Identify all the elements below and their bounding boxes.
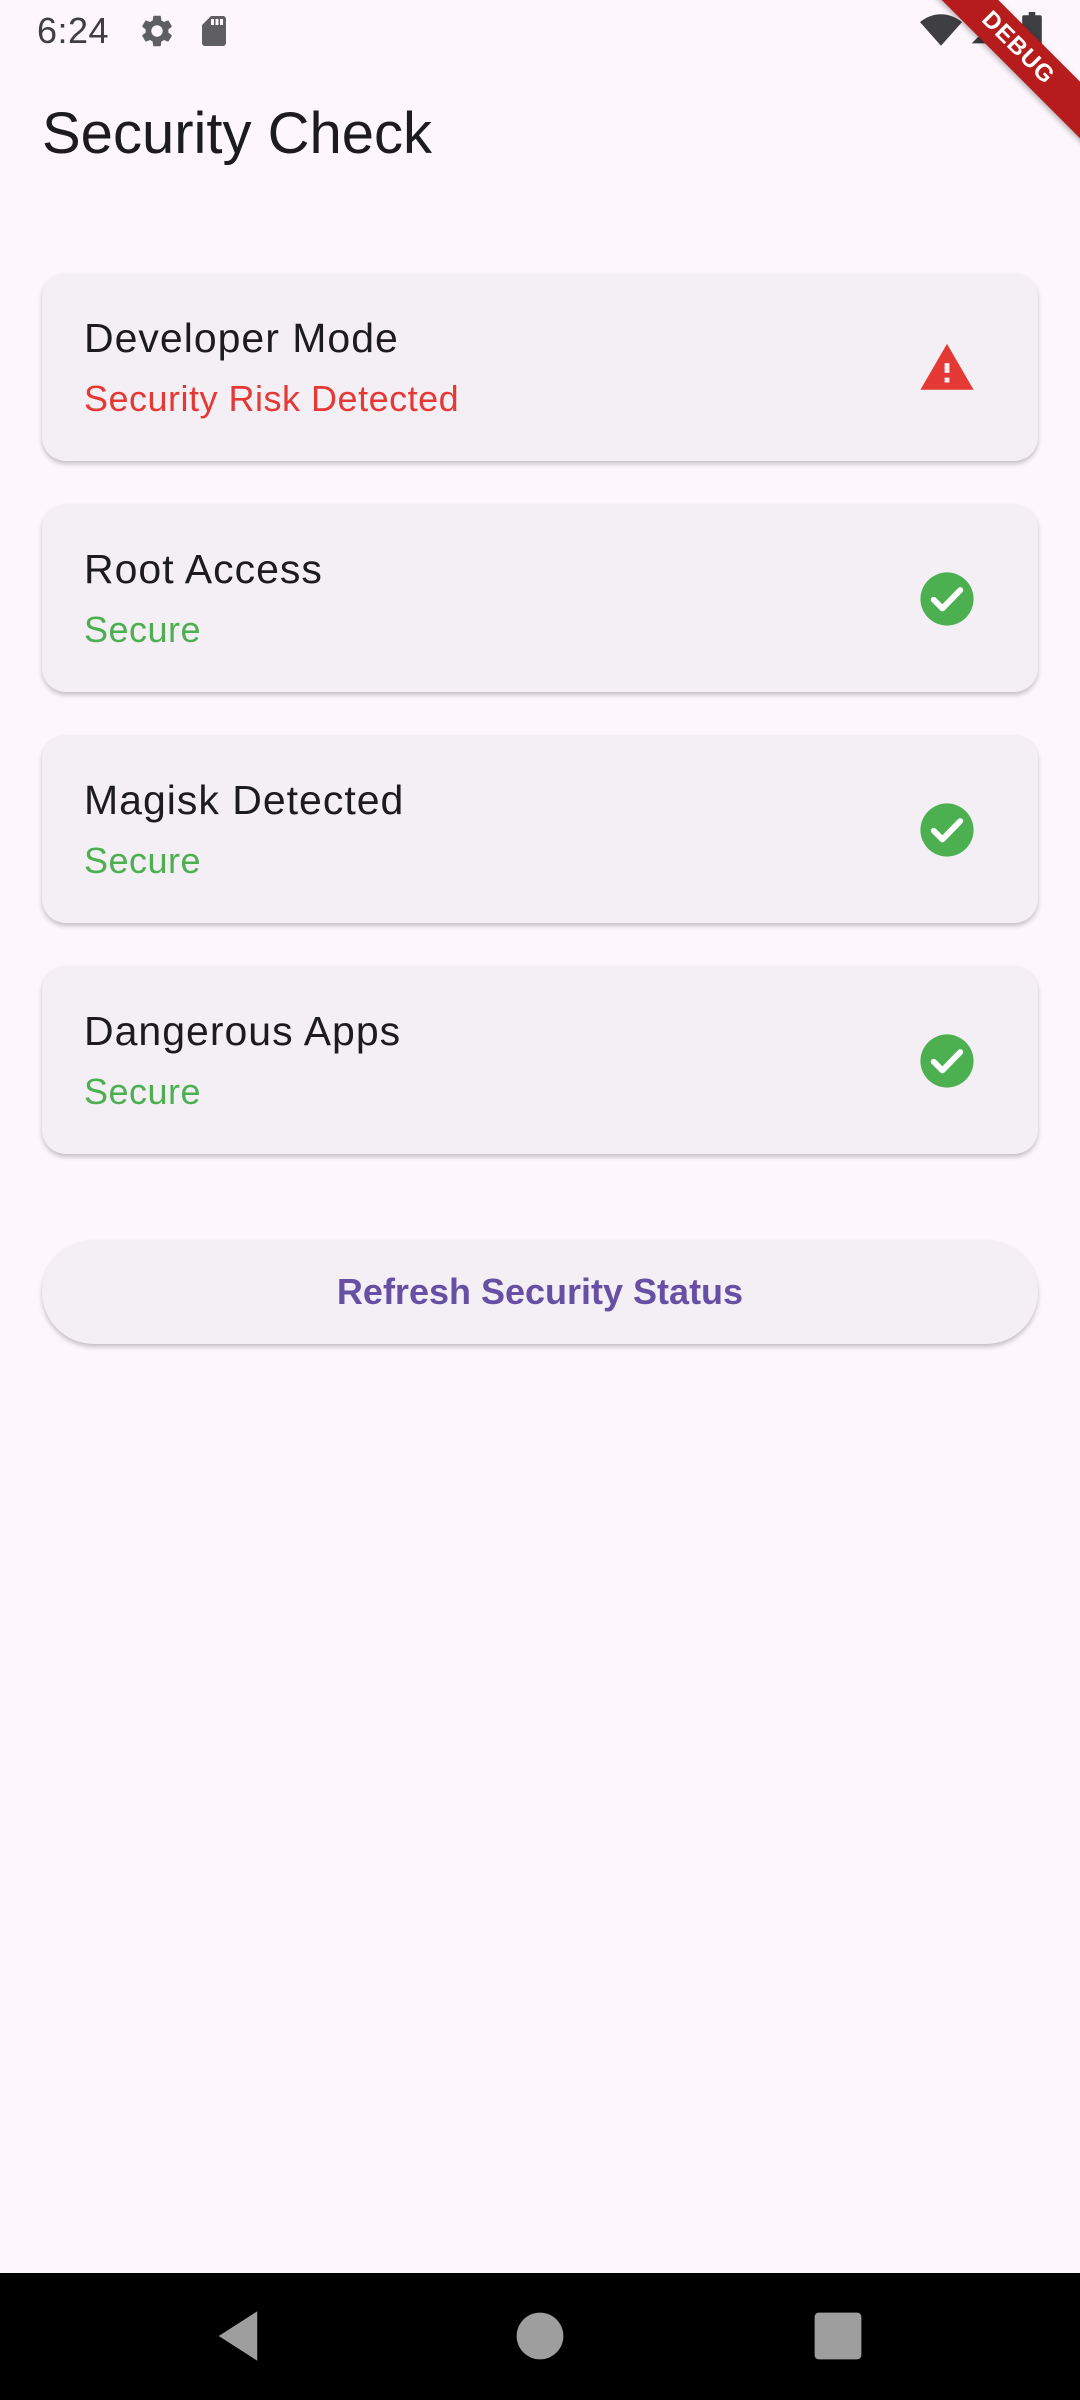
recents-icon[interactable]	[805, 2303, 871, 2369]
check-circle-icon	[920, 572, 974, 626]
check-status: Security Risk Detected	[84, 378, 460, 419]
status-bar: 6:24	[0, 0, 1080, 64]
check-circle-icon	[920, 803, 974, 857]
check-circle-icon	[920, 1034, 974, 1088]
check-card-magisk: Magisk Detected Secure	[42, 735, 1038, 923]
back-icon[interactable]	[205, 2303, 271, 2369]
check-title: Dangerous Apps	[84, 1008, 402, 1054]
check-card-dangerous-apps: Dangerous Apps Secure	[42, 966, 1038, 1154]
check-title: Magisk Detected	[84, 777, 405, 823]
warning-icon	[920, 343, 974, 390]
refresh-security-status-button[interactable]: Refresh Security Status	[42, 1240, 1038, 1344]
check-title: Developer Mode	[84, 315, 399, 361]
page-title: Security Check	[42, 101, 433, 166]
check-card-root-access: Root Access Secure	[42, 504, 1038, 692]
check-status: Secure	[84, 1071, 202, 1112]
check-status: Secure	[84, 840, 202, 881]
check-title: Root Access	[84, 546, 323, 592]
status-time: 6:24	[37, 10, 110, 51]
wifi-icon	[920, 14, 962, 51]
home-icon[interactable]	[507, 2303, 573, 2369]
sd-card-icon	[196, 12, 232, 55]
check-card-developer-mode: Developer Mode Security Risk Detected	[42, 273, 1038, 461]
navigation-bar	[0, 2273, 1080, 2400]
check-status: Secure	[84, 609, 202, 650]
gear-icon	[138, 12, 176, 55]
